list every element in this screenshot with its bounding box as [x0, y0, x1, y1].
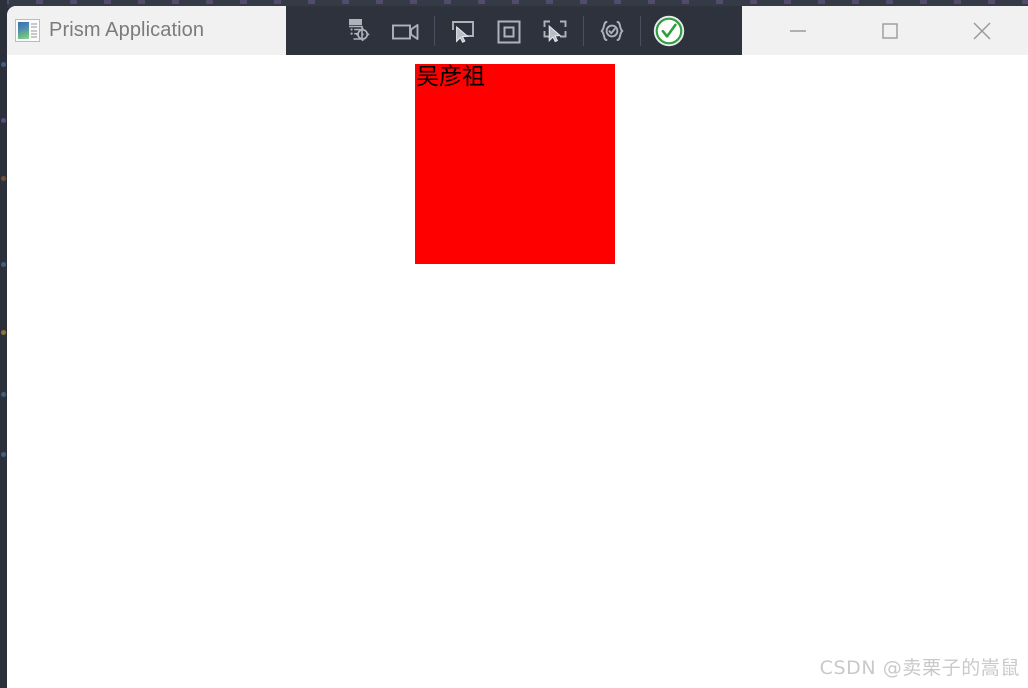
- red-panel-label: 吴彦祖: [416, 64, 485, 90]
- csdn-watermark: CSDN @卖栗子的嵩鼠: [819, 657, 1020, 679]
- title-bar-left: Prism Application: [7, 6, 286, 55]
- maximize-icon[interactable]: [844, 6, 936, 55]
- xaml-live-debug-toolbar: [286, 6, 742, 55]
- page-title: Prism Application: [49, 19, 205, 41]
- toolbar-separator: [639, 15, 641, 46]
- minimize-icon[interactable]: [752, 6, 844, 55]
- braces-check-icon[interactable]: [589, 8, 635, 54]
- window-controls: [742, 6, 1028, 55]
- select-element-cursor-icon[interactable]: [440, 8, 486, 54]
- prism-application-window: Prism Application 吴彦祖 CSDN @卖栗子的嵩鼠: [7, 6, 1028, 688]
- background-window-left-edge: [0, 0, 7, 688]
- app-icon-pane: [18, 22, 29, 39]
- close-icon[interactable]: [936, 6, 1028, 55]
- nested-square-icon[interactable]: [486, 8, 532, 54]
- green-check-circle-icon[interactable]: [646, 8, 692, 54]
- inspect-locate-element-icon[interactable]: [337, 8, 383, 54]
- title-bar[interactable]: Prism Application: [7, 6, 1028, 55]
- app-icon-lines: [31, 22, 37, 39]
- capture-region-cursor-icon[interactable]: [532, 8, 578, 54]
- application-window-icon: [15, 19, 40, 42]
- red-panel[interactable]: 吴彦祖: [415, 64, 615, 264]
- client-area: 吴彦祖 CSDN @卖栗子的嵩鼠: [7, 55, 1028, 688]
- video-camera-icon[interactable]: [383, 8, 429, 54]
- toolbar-separator: [582, 15, 584, 46]
- toolbar-separator: [433, 15, 435, 46]
